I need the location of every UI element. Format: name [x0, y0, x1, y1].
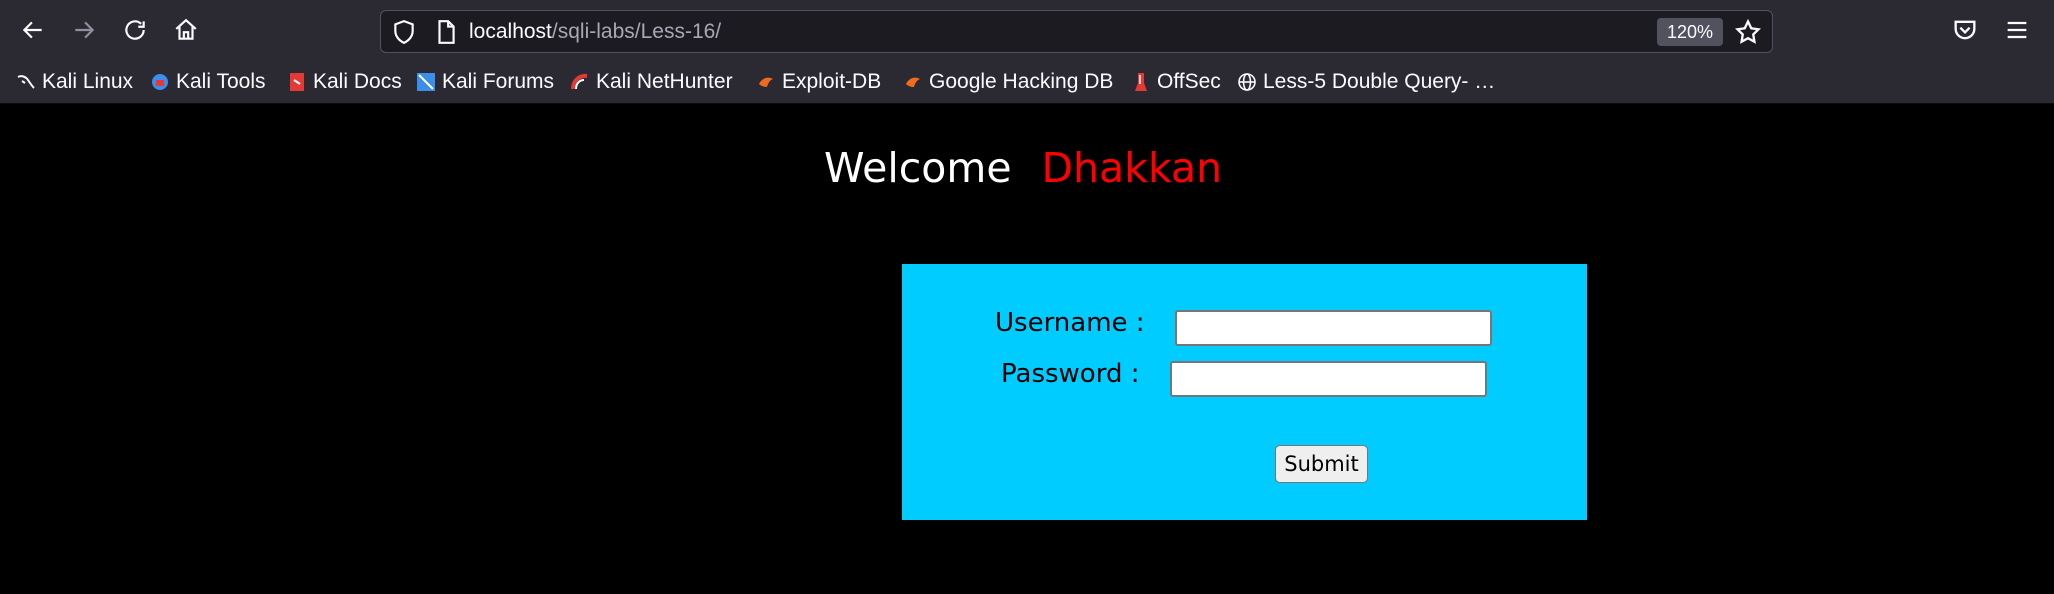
welcome-heading: Welcome Dhakkan: [824, 144, 1222, 192]
bookmark-label: Kali Tools: [176, 70, 266, 93]
bookmark-label: Less-5 Double Query- …: [1263, 70, 1496, 93]
ghdb-icon: [906, 77, 920, 87]
url-path: /sqli-labs/Less-16/: [551, 20, 722, 43]
bookmark-kali-docs[interactable]: Kali Docs: [287, 67, 402, 97]
globe-icon: [1238, 73, 1256, 91]
login-form: Username : Password : Submit: [902, 264, 1587, 520]
username-input[interactable]: [1175, 310, 1492, 346]
page-content: Welcome Dhakkan Username : Password : Sub…: [0, 104, 2054, 594]
kali-tools-icon: [152, 74, 168, 90]
url-host: localhost: [469, 20, 552, 43]
bookmark-kali-linux[interactable]: Kali Linux: [16, 67, 133, 97]
bookmark-label: Kali Forums: [442, 70, 555, 93]
browser-toolbar: localhost/sqli-labs/Less-16/ 120%: [0, 0, 2054, 62]
bookmark-exploit-db[interactable]: Exploit-DB: [756, 67, 881, 97]
exploit-db-icon: [759, 77, 773, 87]
welcome-name: Dhakkan: [1041, 144, 1223, 192]
bookmarks-toolbar: Kali Linux Kali Tools Kali Docs Kali For…: [0, 62, 2054, 104]
bookmark-kali-forums[interactable]: Kali Forums: [416, 67, 554, 97]
bookmark-less-5[interactable]: Less-5 Double Query- …: [1237, 67, 1495, 97]
bookmark-label: Kali Linux: [42, 70, 134, 93]
menu-icon[interactable]: [2003, 16, 2031, 44]
forward-arrow-icon: [75, 21, 95, 39]
password-input[interactable]: [1170, 361, 1487, 397]
zoom-level-badge[interactable]: 120%: [1657, 18, 1723, 46]
home-button[interactable]: [168, 12, 204, 48]
pocket-icon[interactable]: [1951, 16, 1979, 44]
bookmark-label: Exploit-DB: [782, 70, 882, 93]
bookmark-offsec[interactable]: OffSec: [1131, 67, 1221, 97]
forward-button[interactable]: [66, 12, 102, 48]
kali-forums-icon: [417, 73, 435, 91]
kali-dragon-icon: [17, 75, 35, 89]
home-icon: [175, 18, 197, 40]
welcome-text: Welcome: [824, 144, 1012, 192]
bookmark-label: Kali Docs: [313, 70, 402, 93]
bookmark-kali-tools[interactable]: Kali Tools: [150, 67, 266, 97]
url-text[interactable]: localhost/sqli-labs/Less-16/: [469, 20, 721, 44]
submit-button[interactable]: Submit: [1275, 445, 1368, 483]
bookmark-label: Kali NetHunter: [596, 70, 733, 93]
password-label: Password :: [1001, 359, 1140, 389]
offsec-icon: [1135, 73, 1147, 91]
username-label: Username :: [995, 308, 1145, 338]
kali-nethunter-icon: [571, 73, 588, 90]
page-info-icon[interactable]: [433, 19, 459, 45]
bookmark-label: Google Hacking DB: [929, 70, 1114, 93]
back-button[interactable]: [15, 12, 51, 48]
bookmark-star-icon[interactable]: [1734, 18, 1762, 46]
back-arrow-icon: [22, 21, 42, 39]
reload-button[interactable]: [117, 12, 153, 48]
kali-docs-icon: [290, 73, 304, 91]
shield-icon[interactable]: [391, 19, 417, 45]
bookmark-google-hacking-db[interactable]: Google Hacking DB: [903, 67, 1113, 97]
bookmark-label: OffSec: [1157, 70, 1221, 93]
reload-icon: [125, 20, 145, 40]
bookmark-kali-nethunter[interactable]: Kali NetHunter: [570, 67, 733, 97]
url-bar[interactable]: localhost/sqli-labs/Less-16/ 120%: [380, 10, 1773, 53]
